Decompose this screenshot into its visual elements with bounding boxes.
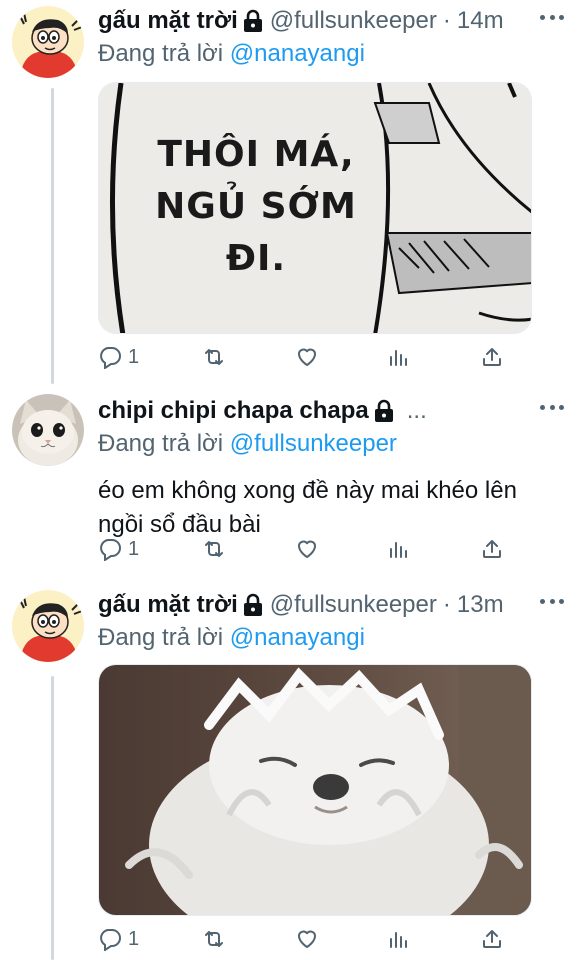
crayon-shin-chan-avatar-image xyxy=(12,590,84,662)
reply-button[interactable]: 1 xyxy=(98,345,139,369)
reply-button[interactable]: 1 xyxy=(98,537,139,561)
tweet[interactable]: gấu mặt trời @fullsunkeeper · 14m Đang t… xyxy=(0,0,580,384)
tweet-header: gấu mặt trời @fullsunkeeper · 13m xyxy=(98,588,568,622)
analytics-button[interactable] xyxy=(387,537,417,561)
caption-line: THÔI MÁ, xyxy=(157,134,355,175)
reply-button[interactable]: 1 xyxy=(98,927,139,951)
avatar[interactable] xyxy=(12,590,84,662)
tweet-media-image[interactable] xyxy=(98,664,532,916)
tweet-actions: 1 xyxy=(98,534,510,564)
reply-count: 1 xyxy=(128,537,140,560)
tweet[interactable]: chipi chipi chapa chapa ... Đang trả lời… xyxy=(0,384,580,580)
reply-context: Đang trả lời @nanayangi xyxy=(98,622,568,654)
truncation-ellipsis: ... xyxy=(406,397,427,424)
reply-count: 1 xyxy=(128,927,140,950)
handle[interactable]: @fullsunkeeper xyxy=(270,591,437,619)
tweet-header: chipi chipi chapa chapa ... xyxy=(98,394,568,428)
tweet-actions: 1 xyxy=(98,342,510,372)
timestamp[interactable]: 14m xyxy=(457,7,504,35)
reply-prefix: Đang trả lời xyxy=(98,624,224,651)
retweet-icon xyxy=(204,931,223,947)
retweet-button[interactable] xyxy=(202,345,232,369)
lock-icon xyxy=(373,399,395,423)
more-options-icon[interactable] xyxy=(540,12,564,22)
like-button[interactable] xyxy=(295,345,325,369)
reply-mention-link[interactable]: @nanayangi xyxy=(230,40,365,67)
reply-icon xyxy=(100,347,121,369)
lock-icon xyxy=(242,593,264,617)
reply-icon xyxy=(100,929,121,951)
caption-line: NGỦ SỚM xyxy=(155,186,357,227)
reply-mention-link[interactable]: @fullsunkeeper xyxy=(230,430,397,457)
avatar[interactable] xyxy=(12,6,84,78)
share-icon xyxy=(483,540,501,558)
retweet-button[interactable] xyxy=(202,927,232,951)
display-name[interactable]: gấu mặt trời xyxy=(98,7,238,35)
tweet[interactable]: gấu mặt trời @fullsunkeeper · 13m Đang t… xyxy=(0,580,580,960)
tweet-media-image[interactable]: THÔI MÁ, NGỦ SỚM ĐI. xyxy=(98,82,532,334)
more-options-icon[interactable] xyxy=(540,402,564,412)
handle[interactable]: @fullsunkeeper xyxy=(270,7,437,35)
like-button[interactable] xyxy=(295,927,325,951)
analytics-icon xyxy=(390,932,408,948)
heart-icon xyxy=(297,348,316,366)
cat-avatar-image xyxy=(12,394,84,466)
heart-icon xyxy=(297,540,316,558)
tweet-header: gấu mặt trời @fullsunkeeper · 14m xyxy=(98,4,568,38)
reply-prefix: Đang trả lời xyxy=(98,430,224,457)
reply-context: Đang trả lời @fullsunkeeper xyxy=(98,428,568,460)
caption-line: ĐI. xyxy=(225,238,287,279)
share-icon xyxy=(483,930,501,948)
retweet-icon xyxy=(204,349,223,365)
display-name[interactable]: gấu mặt trời xyxy=(98,591,238,619)
retweet-icon xyxy=(204,541,223,557)
like-button[interactable] xyxy=(295,537,325,561)
lock-icon xyxy=(242,9,264,33)
share-button[interactable] xyxy=(480,927,510,951)
display-name[interactable]: chipi chipi chapa chapa xyxy=(98,397,369,425)
chihuahua-photo-image xyxy=(99,665,531,915)
reply-count: 1 xyxy=(128,345,140,368)
analytics-button[interactable] xyxy=(387,345,417,369)
share-icon xyxy=(483,348,501,366)
share-button[interactable] xyxy=(480,345,510,369)
analytics-icon xyxy=(390,542,408,558)
reply-context: Đang trả lời @nanayangi xyxy=(98,38,568,70)
manga-caption: THÔI MÁ, NGỦ SỚM ĐI. xyxy=(141,129,371,285)
separator: · xyxy=(442,7,451,34)
reply-mention-link[interactable]: @nanayangi xyxy=(230,624,365,651)
heart-icon xyxy=(297,930,316,948)
share-button[interactable] xyxy=(480,537,510,561)
avatar[interactable] xyxy=(12,394,84,466)
more-options-icon[interactable] xyxy=(540,596,564,606)
tweet-text: éo em không xong đề này mai khéo lên ngồ… xyxy=(98,477,517,538)
analytics-icon xyxy=(390,350,408,366)
crayon-shin-chan-avatar-image xyxy=(12,6,84,78)
separator: · xyxy=(442,591,451,618)
reply-icon xyxy=(100,539,121,561)
retweet-button[interactable] xyxy=(202,537,232,561)
timestamp[interactable]: 13m xyxy=(457,591,504,619)
analytics-button[interactable] xyxy=(387,927,417,951)
reply-prefix: Đang trả lời xyxy=(98,40,224,67)
tweet-actions: 1 xyxy=(98,924,510,954)
